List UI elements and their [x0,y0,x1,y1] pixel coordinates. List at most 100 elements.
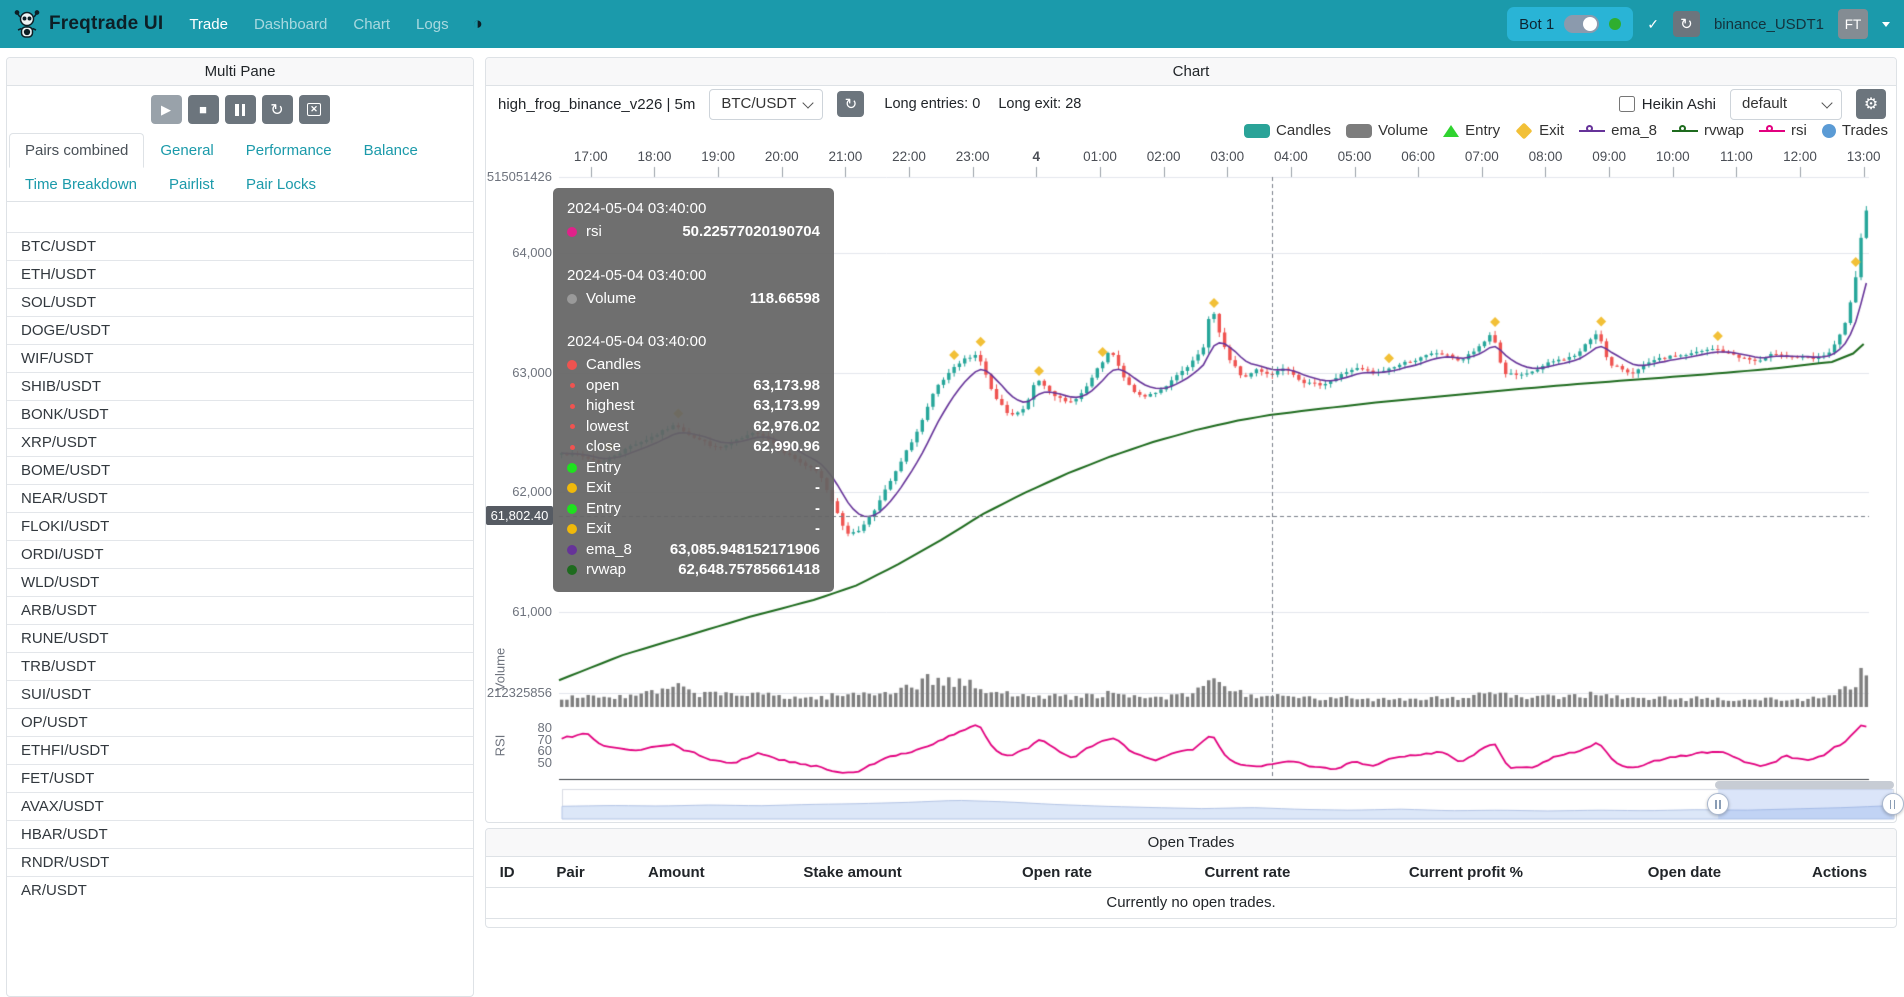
legend-label: rvwap [1704,122,1744,139]
column-header-open-rate: Open rate [965,864,1148,881]
column-header-open-date: Open date [1586,864,1783,881]
pair-list-item[interactable]: HBAR/USDT [7,820,473,848]
legend-item-candles[interactable]: Candles [1244,122,1331,139]
pair-list-item[interactable]: ETHFI/USDT [7,736,473,764]
strategy-label: high_frog_binance_v226 | 5m [498,96,695,113]
pair-list-item[interactable]: AVAX/USDT [7,792,473,820]
avatar[interactable]: FT [1838,9,1868,39]
bot-label: Bot 1 [1519,16,1554,33]
time-axis-label: 08:00 [1521,149,1569,164]
pair-list-item[interactable]: DOGE/USDT [7,316,473,344]
time-axis-label: 13:00 [1840,149,1888,164]
pair-list-item[interactable]: XRP/USDT [7,428,473,456]
pair-list-item[interactable]: TRB/USDT [7,652,473,680]
time-axis-label: 12:00 [1776,149,1824,164]
pair-list-item[interactable]: NEAR/USDT [7,484,473,512]
tab-performance[interactable]: Performance [230,133,348,168]
pair-list-item[interactable]: OP/USDT [7,708,473,736]
check-icon: ✓ [1647,16,1659,33]
legend-item-ema_8[interactable]: ema_8 [1579,122,1657,139]
brand[interactable]: Freqtrade UI [14,9,163,39]
datazoom-handle-right[interactable] [1882,793,1904,815]
chevron-down-icon [1821,97,1832,108]
pair-list-item[interactable]: SUI/USDT [7,680,473,708]
pair-list-item[interactable]: ETH/USDT [7,260,473,288]
rsi-axis-title: RSI [493,711,508,781]
legend-item-entry[interactable]: Entry [1443,122,1500,139]
tab-time-breakdown[interactable]: Time Breakdown [9,167,153,202]
bot-toggle[interactable] [1564,15,1599,33]
play-icon: ▶ [161,102,171,118]
refresh-chart-button[interactable]: ↻ [837,91,864,117]
legend-item-trades[interactable]: Trades [1822,122,1888,139]
pair-list-item[interactable]: RNDR/USDT [7,848,473,876]
nav-links: Trade Dashboard Chart Logs [189,16,448,33]
candlestick-chart-canvas[interactable] [486,153,1896,825]
tab-general[interactable]: General [144,133,229,168]
pair-select[interactable]: BTC/USDT [709,89,823,120]
pair-list-item[interactable]: RUNE/USDT [7,624,473,652]
legend-label: Exit [1539,122,1564,139]
pair-list-item[interactable]: SHIB/USDT [7,372,473,400]
chart-panel: Chart high_frog_binance_v226 | 5m BTC/US… [485,57,1897,823]
volume-axis-title: Volume [493,635,508,705]
open-trades-header-row: IDPairAmountStake amountOpen rateCurrent… [486,857,1896,888]
nav-link-chart[interactable]: Chart [353,16,390,33]
column-header-id: ID [486,864,528,881]
time-axis-label: 10:00 [1649,149,1697,164]
heikin-ashi-checkbox[interactable] [1619,96,1635,112]
pair-list-item[interactable]: SOL/USDT [7,288,473,316]
price-axis-label: 64,000 [486,245,552,260]
nav-link-trade[interactable]: Trade [189,16,228,33]
reload-bot-button[interactable]: ↻ [1673,11,1700,37]
theme-toggle-icon[interactable]: ◑ [473,14,483,34]
chevron-down-icon[interactable] [1882,22,1890,27]
plot-config-select[interactable]: default [1730,89,1842,120]
datazoom-handle-left[interactable] [1707,793,1729,815]
time-axis-label: 22:00 [885,149,933,164]
price-axis-label: 63,000 [486,365,552,380]
pair-list-item[interactable]: FET/USDT [7,764,473,792]
start-button[interactable]: ▶ [151,95,182,124]
pair-list-item[interactable]: FLOKI/USDT [7,512,473,540]
tab-pair-locks[interactable]: Pair Locks [230,167,332,202]
chart-legend: Candles Volume Entry Exit ema_8 rvwap rsi Trade… [1244,122,1888,139]
reload-config-button[interactable]: ↻ [262,95,293,124]
column-header-current-rate: Current rate [1149,864,1346,881]
nav-link-logs[interactable]: Logs [416,16,449,33]
plot-settings-button[interactable]: ⚙ [1856,89,1886,119]
time-axis-label: 17:00 [567,149,615,164]
chevron-down-icon [803,97,814,108]
nav-link-dashboard[interactable]: Dashboard [254,16,327,33]
time-axis-label: 19:00 [694,149,742,164]
datazoom-scrollbar[interactable] [1715,781,1894,789]
trades-circle-icon [1822,124,1836,138]
pair-list-item[interactable]: ORDI/USDT [7,540,473,568]
chart-controls: high_frog_binance_v226 | 5m BTC/USDT ↻ L… [498,88,1886,120]
tab-pairlist[interactable]: Pairlist [153,167,230,202]
stop-icon: ■ [199,102,207,117]
legend-item-exit[interactable]: Exit [1515,122,1564,139]
open-trades-panel: Open Trades IDPairAmountStake amountOpen… [485,828,1897,928]
legend-item-rvwap[interactable]: rvwap [1672,122,1744,139]
tab-balance[interactable]: Balance [348,133,434,168]
legend-item-rsi[interactable]: rsi [1759,122,1807,139]
pair-list-item[interactable]: BONK/USDT [7,400,473,428]
legend-item-volume[interactable]: Volume [1346,122,1428,139]
pair-list-item[interactable]: ARB/USDT [7,596,473,624]
pair-list-item[interactable]: AR/USDT [7,876,473,904]
pair-list-item[interactable]: WLD/USDT [7,568,473,596]
navbar: Freqtrade UI Trade Dashboard Chart Logs … [0,0,1904,48]
pair-list: BTC/USDTETH/USDTSOL/USDTDOGE/USDTWIF/USD… [7,232,473,904]
pair-list-item[interactable]: WIF/USDT [7,344,473,372]
column-header-pair: Pair [528,864,613,881]
bot-selector[interactable]: Bot 1 [1507,7,1633,41]
time-axis-label: 05:00 [1331,149,1379,164]
pair-list-item[interactable]: BTC/USDT [7,232,473,260]
force-exit-button[interactable]: ✕ [299,95,330,124]
stop-button[interactable]: ■ [188,95,219,124]
pair-list-item[interactable]: BOME/USDT [7,456,473,484]
reload-icon: ↻ [270,100,283,120]
pause-button[interactable] [225,95,256,124]
tab-pairs-combined[interactable]: Pairs combined [9,133,144,168]
